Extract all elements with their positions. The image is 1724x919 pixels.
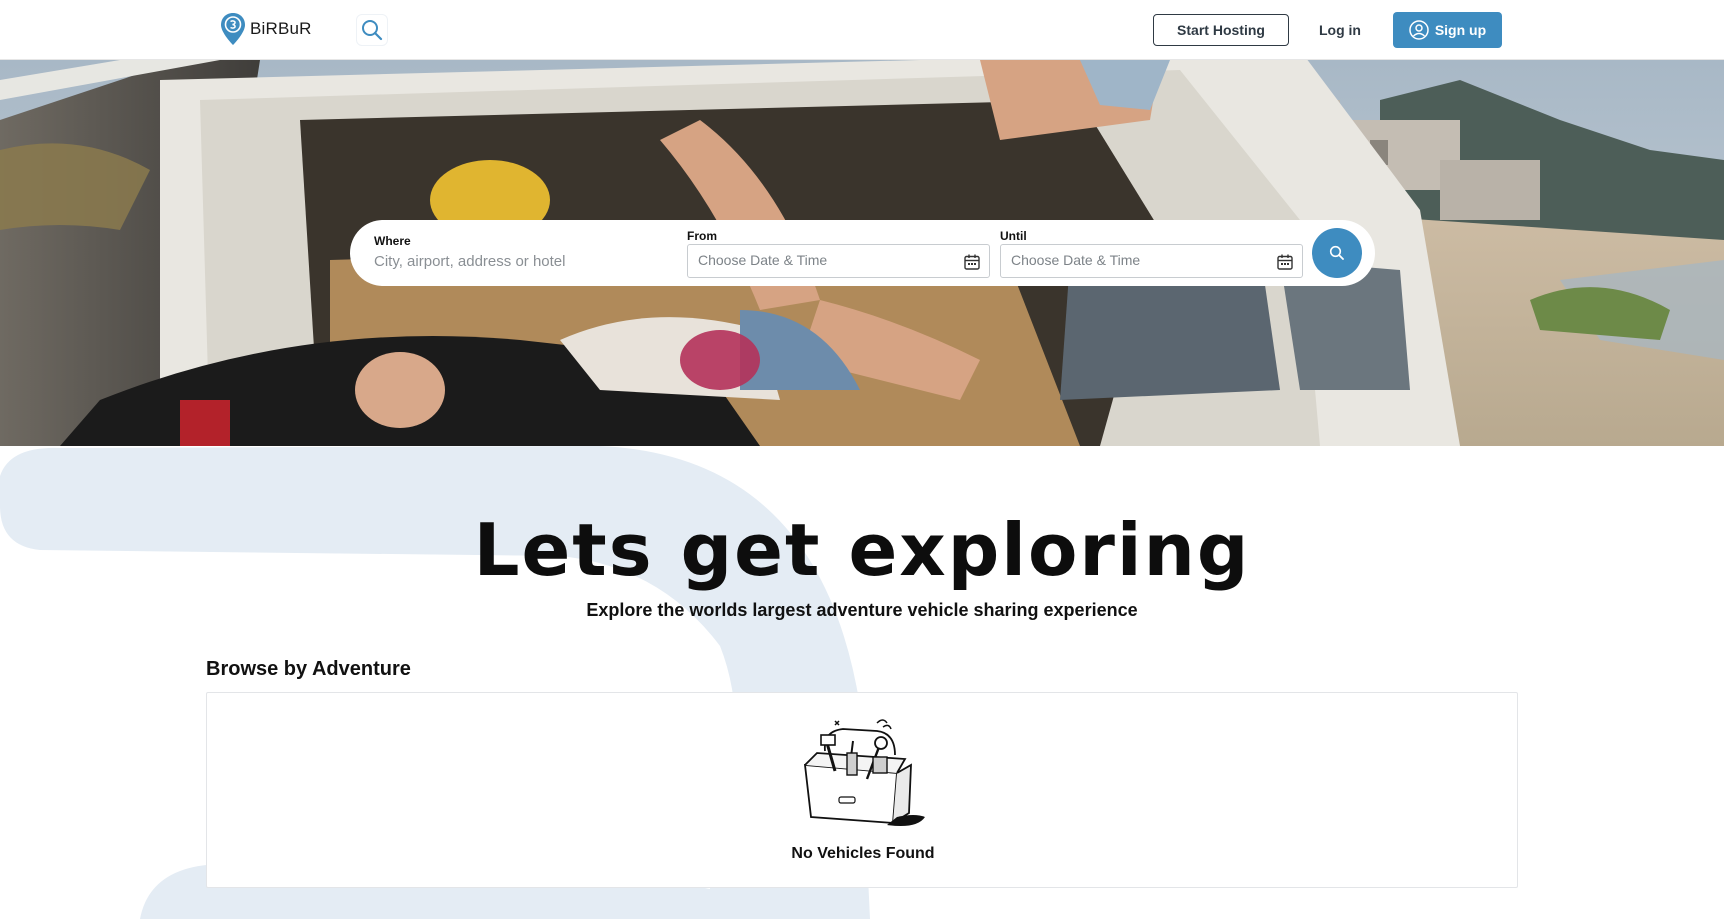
signup-label: Sign up	[1434, 22, 1487, 38]
where-label: Where	[374, 234, 411, 248]
search-submit-button[interactable]	[1312, 228, 1362, 278]
location-pin-logo-icon	[221, 13, 245, 45]
empty-state-message: No Vehicles Found	[791, 845, 935, 862]
user-circle-icon	[1409, 20, 1429, 40]
search-bar: Where From Until	[350, 220, 1375, 286]
start-hosting-button[interactable]: Start Hosting	[1153, 14, 1289, 46]
calendar-icon[interactable]	[1276, 253, 1294, 271]
header-search-button[interactable]	[356, 14, 388, 46]
until-date-input[interactable]	[1011, 252, 1251, 268]
brand-name: BiRBuR	[250, 19, 312, 38]
login-link[interactable]: Log in	[1310, 14, 1370, 46]
browse-section-title: Browse by Adventure	[206, 658, 411, 680]
top-nav: BiRBuR Start Hosting Log in Sign up	[0, 0, 1724, 60]
from-date-input[interactable]	[698, 252, 938, 268]
until-label: Until	[1000, 229, 1027, 243]
vehicles-panel: No Vehicles Found	[206, 692, 1518, 888]
signup-button[interactable]: Sign up	[1393, 12, 1502, 48]
page-subtitle: Explore the worlds largest adventure veh…	[586, 600, 1138, 620]
calendar-icon[interactable]	[963, 253, 981, 271]
page: BiRBuR Start Hosting Log in Sign up Wher…	[0, 0, 1724, 919]
brand-logo[interactable]: BiRBuR	[220, 12, 312, 46]
empty-toolbox-illustration	[803, 719, 925, 826]
search-icon	[362, 20, 383, 41]
from-label: From	[687, 229, 717, 243]
from-date-field[interactable]	[687, 244, 990, 278]
search-icon	[1329, 245, 1344, 260]
hero-banner: Where From Until	[0, 60, 1724, 446]
until-date-field[interactable]	[1000, 244, 1303, 278]
page-title: Lets get exploring	[473, 508, 1251, 592]
where-input[interactable]	[374, 250, 674, 272]
